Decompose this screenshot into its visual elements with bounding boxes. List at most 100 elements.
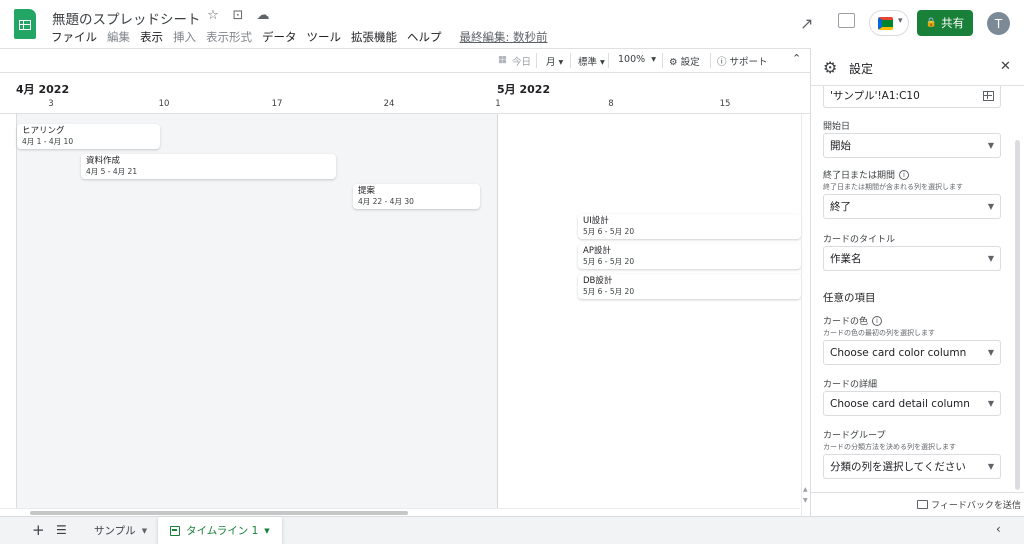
feedback-link[interactable]: フィードバックを送信 [917, 498, 1021, 511]
menu-help[interactable]: ヘルプ [402, 29, 447, 45]
zoom-dropdown[interactable]: 100% ▾ [618, 54, 656, 65]
last-edit-link[interactable]: 最終編集: 数秒前 [455, 29, 553, 45]
sheet-tab-timeline[interactable]: タイムライン 1 ▼ [158, 517, 282, 544]
menu-data[interactable]: データ [257, 29, 302, 45]
data-range-input[interactable]: 'サンプル'!A1:C10 [823, 86, 1001, 108]
activity-trend-icon[interactable]: ↗ [800, 14, 813, 33]
day-tick: 17 [271, 99, 283, 109]
panel-scrollbar[interactable] [1015, 140, 1020, 490]
card-group-hint: カードの分類方法を決める列を選択します [823, 443, 956, 451]
all-sheets-menu-icon[interactable]: ☰ [56, 523, 67, 537]
card-detail-select[interactable]: Choose card detail column ▼ [823, 391, 1001, 416]
menu-file[interactable]: ファイル [46, 29, 102, 45]
info-icon[interactable]: i [872, 315, 883, 326]
card-color-hint: カードの色の最初の列を選択します [823, 329, 935, 337]
timeline-card[interactable]: UI設計 5月 6 - 5月 20 [578, 214, 801, 239]
dropdown-arrow-icon: ▼ [987, 254, 994, 263]
day-tick: 8 [608, 99, 614, 109]
card-detail-label: カードの詳細 [823, 380, 878, 390]
add-sheet-icon[interactable]: + [32, 521, 45, 539]
card-group-label: カードグループ [823, 431, 886, 441]
account-avatar[interactable]: T [987, 12, 1010, 35]
gear-icon: ⚙ [669, 57, 678, 68]
card-color-select[interactable]: Choose card color column ▼ [823, 340, 1001, 365]
cloud-status-icon[interactable]: ☁ [255, 8, 271, 23]
day-tick: 24 [383, 99, 395, 109]
timeline-card[interactable]: DB設計 5月 6 - 5月 20 [578, 274, 801, 299]
timeline-card[interactable]: ヒアリング 4月 1 - 4月 10 [17, 124, 160, 149]
scroll-down-arrow-icon[interactable]: ▼ [803, 497, 808, 504]
scrollbar-thumb[interactable] [30, 511, 408, 515]
day-tick: 3 [48, 99, 54, 109]
lock-icon: 🔒 [925, 18, 938, 28]
menu-extensions[interactable]: 拡張機能 [346, 29, 402, 45]
start-date-label: 開始日 [823, 122, 851, 132]
menu-insert[interactable]: 挿入 [168, 29, 201, 45]
settings-button[interactable]: ⚙ 設定 [669, 54, 700, 68]
day-tick: 10 [158, 99, 170, 109]
support-button[interactable]: ⓘ サポート [717, 54, 768, 68]
card-title-select[interactable]: 作業名 ▼ [823, 246, 1001, 271]
sheet-tab-bar: + ☰ サンプル ▼ タイムライン 1 ▼ ‹ [0, 516, 1024, 544]
feedback-icon [917, 500, 928, 509]
info-icon[interactable]: i [899, 169, 910, 180]
move-folder-icon[interactable]: ⊡ [230, 8, 246, 23]
chevron-left-icon[interactable]: ‹ [996, 522, 1001, 536]
document-title[interactable]: 無題のスプレッドシート [52, 8, 201, 28]
settings-panel: ⚙ 設定 ✕ 'サンプル'!A1:C10 開始日 開始 ▼ 終了日または期間 i… [810, 48, 1024, 516]
dropdown-arrow-icon: ▼ [987, 462, 994, 471]
start-date-select[interactable]: 開始 ▼ [823, 133, 1001, 158]
horizontal-scrollbar[interactable] [0, 508, 800, 516]
meet-button[interactable]: ▾ [869, 10, 909, 36]
end-date-label: 終了日または期間 i [823, 168, 910, 181]
menu-tools[interactable]: ツール [302, 29, 347, 45]
timeline-view: 4月 2022 5月 2022 3 10 17 24 1 8 15 ヒアリング … [0, 74, 810, 516]
timeline-toolbar: ▦ 今日 月 ▾ 標準 ▾ 100% ▾ ⚙ 設定 ⓘ サポート ⌃ [0, 48, 810, 73]
dropdown-arrow-icon: ▼ [987, 141, 994, 150]
today-button[interactable]: 今日 [512, 54, 531, 68]
app-header: 無題のスプレッドシート ☆ ⊡ ☁ ファイル 編集 表示 挿入 表示形式 データ… [0, 0, 1024, 48]
sheets-logo-icon[interactable] [14, 9, 36, 39]
card-title-label: カードのタイトル [823, 235, 896, 245]
density-dropdown[interactable]: 標準 ▾ [578, 54, 605, 68]
chevron-down-icon[interactable]: ▼ [264, 527, 269, 535]
end-date-hint: 終了日または期間が含まれる列を選択します [823, 183, 963, 191]
close-icon[interactable]: ✕ [1000, 59, 1011, 74]
today-icon[interactable]: ▦ [498, 54, 507, 65]
day-tick: 15 [719, 99, 731, 109]
timeline-card[interactable]: 資料作成 4月 5 - 4月 21 [81, 154, 336, 179]
day-tick: 1 [495, 99, 501, 109]
gear-icon: ⚙ [823, 58, 838, 77]
menu-format[interactable]: 表示形式 [201, 29, 257, 45]
star-icon[interactable]: ☆ [205, 8, 221, 23]
timeline-card[interactable]: AP設計 5月 6 - 5月 20 [578, 244, 801, 269]
dropdown-arrow-icon: ▼ [987, 348, 994, 357]
scale-dropdown[interactable]: 月 ▾ [546, 54, 563, 68]
meet-camera-icon [878, 17, 893, 30]
sheet-tab-sample[interactable]: サンプル ▼ [82, 517, 159, 544]
vertical-scrollbar[interactable]: ▲ ▼ [801, 114, 810, 516]
timeline-icon [170, 525, 180, 536]
chevron-down-icon: ▾ [898, 16, 903, 26]
menu-bar: ファイル 編集 表示 挿入 表示形式 データ ツール 拡張機能 ヘルプ 最終編集… [46, 29, 553, 45]
optional-section-title: 任意の項目 [823, 292, 876, 304]
menu-view[interactable]: 表示 [135, 29, 168, 45]
share-label: 共有 [941, 16, 965, 30]
panel-title: 設定 [849, 62, 874, 76]
card-color-label: カードの色 i [823, 314, 883, 327]
chevron-down-icon[interactable]: ▼ [142, 527, 147, 535]
scroll-up-arrow-icon[interactable]: ▲ [803, 486, 808, 493]
dropdown-arrow-icon: ▼ [987, 399, 994, 408]
dropdown-arrow-icon: ▼ [987, 202, 994, 211]
select-range-icon[interactable] [983, 90, 994, 101]
card-group-select[interactable]: 分類の列を選択してください ▼ [823, 454, 1001, 479]
share-button[interactable]: 🔒 共有 [917, 10, 973, 36]
chevron-up-icon[interactable]: ⌃ [792, 52, 801, 65]
menu-edit[interactable]: 編集 [102, 29, 135, 45]
month-label: 5月 2022 [497, 83, 551, 96]
timeline-card[interactable]: 提案 4月 22 - 4月 30 [353, 184, 480, 209]
month-divider [497, 114, 498, 508]
end-date-select[interactable]: 終了 ▼ [823, 194, 1001, 219]
comment-icon[interactable] [838, 13, 855, 28]
month-label: 4月 2022 [16, 83, 70, 96]
